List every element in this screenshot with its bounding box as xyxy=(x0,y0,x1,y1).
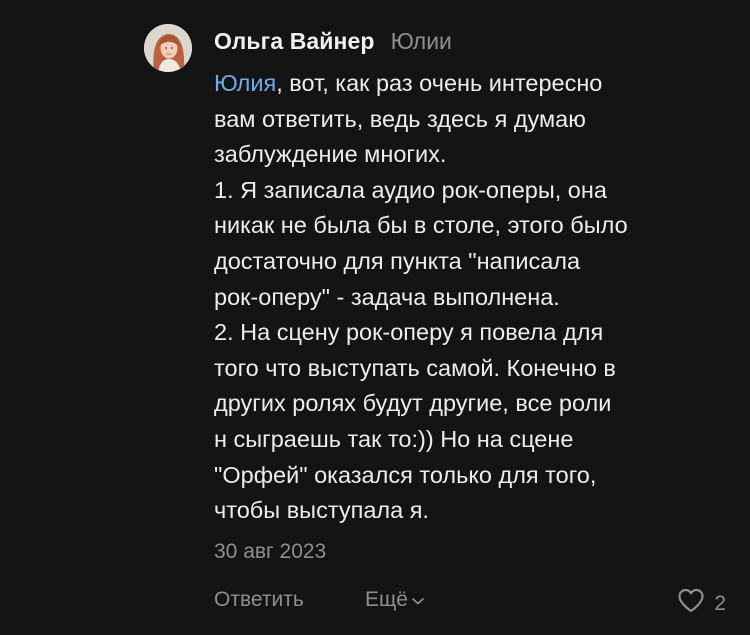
mention-link[interactable]: Юлия xyxy=(214,70,276,96)
comment-header: Ольга Вайнер Юлии xyxy=(214,28,452,58)
author-name[interactable]: Ольга Вайнер xyxy=(214,28,375,55)
heart-icon xyxy=(677,588,705,619)
comment-line: вам ответить, ведь здесь я думаю xyxy=(214,105,586,132)
comment-line: других ролях будут другие, все роли xyxy=(214,390,612,417)
reply-button[interactable]: Ответить xyxy=(214,588,304,612)
comment-line: того что выступать самой. Конечно в xyxy=(214,354,616,381)
like-button[interactable]: 2 xyxy=(677,588,726,619)
comment-date[interactable]: 30 авг 2023 xyxy=(214,540,326,564)
comment-line: "Орфей" оказался только для того, xyxy=(214,461,597,488)
comment-actions: Ответить Ещё 2 xyxy=(214,588,726,618)
avatar[interactable] xyxy=(144,24,192,72)
comment-line: достаточно для пункта "написала xyxy=(214,247,581,274)
user-avatar-icon xyxy=(144,24,192,72)
more-button[interactable]: Ещё xyxy=(365,588,425,612)
reply-to-name[interactable]: Юлии xyxy=(391,28,452,55)
more-label: Ещё xyxy=(365,588,408,611)
comment-line: заблуждение многих. xyxy=(214,141,447,168)
comment-text: Юлия, вот, как раз очень интересно вам о… xyxy=(214,66,734,529)
comment-line: чтобы выступала я. xyxy=(214,497,429,524)
comment-line: 1. Я записала аудио рок-оперы, она xyxy=(214,176,607,203)
comment-line: никак не была бы в столе, этого было xyxy=(214,212,628,239)
comment-line-text: , вот, как раз очень интересно xyxy=(276,70,603,96)
comment: Ольга Вайнер Юлии Юлия, вот, как раз оче… xyxy=(0,0,750,635)
comment-line: н сыграешь так то:)) Но на сцене xyxy=(214,425,574,452)
comment-line: 2. На сцену рок-оперу я повела для xyxy=(214,319,604,346)
likes-count: 2 xyxy=(714,591,726,615)
comment-line: рок-оперу" - задача выполнена. xyxy=(214,283,560,310)
chevron-down-icon xyxy=(411,588,425,612)
comment-line: Юлия, вот, как раз очень интересно xyxy=(214,66,734,102)
